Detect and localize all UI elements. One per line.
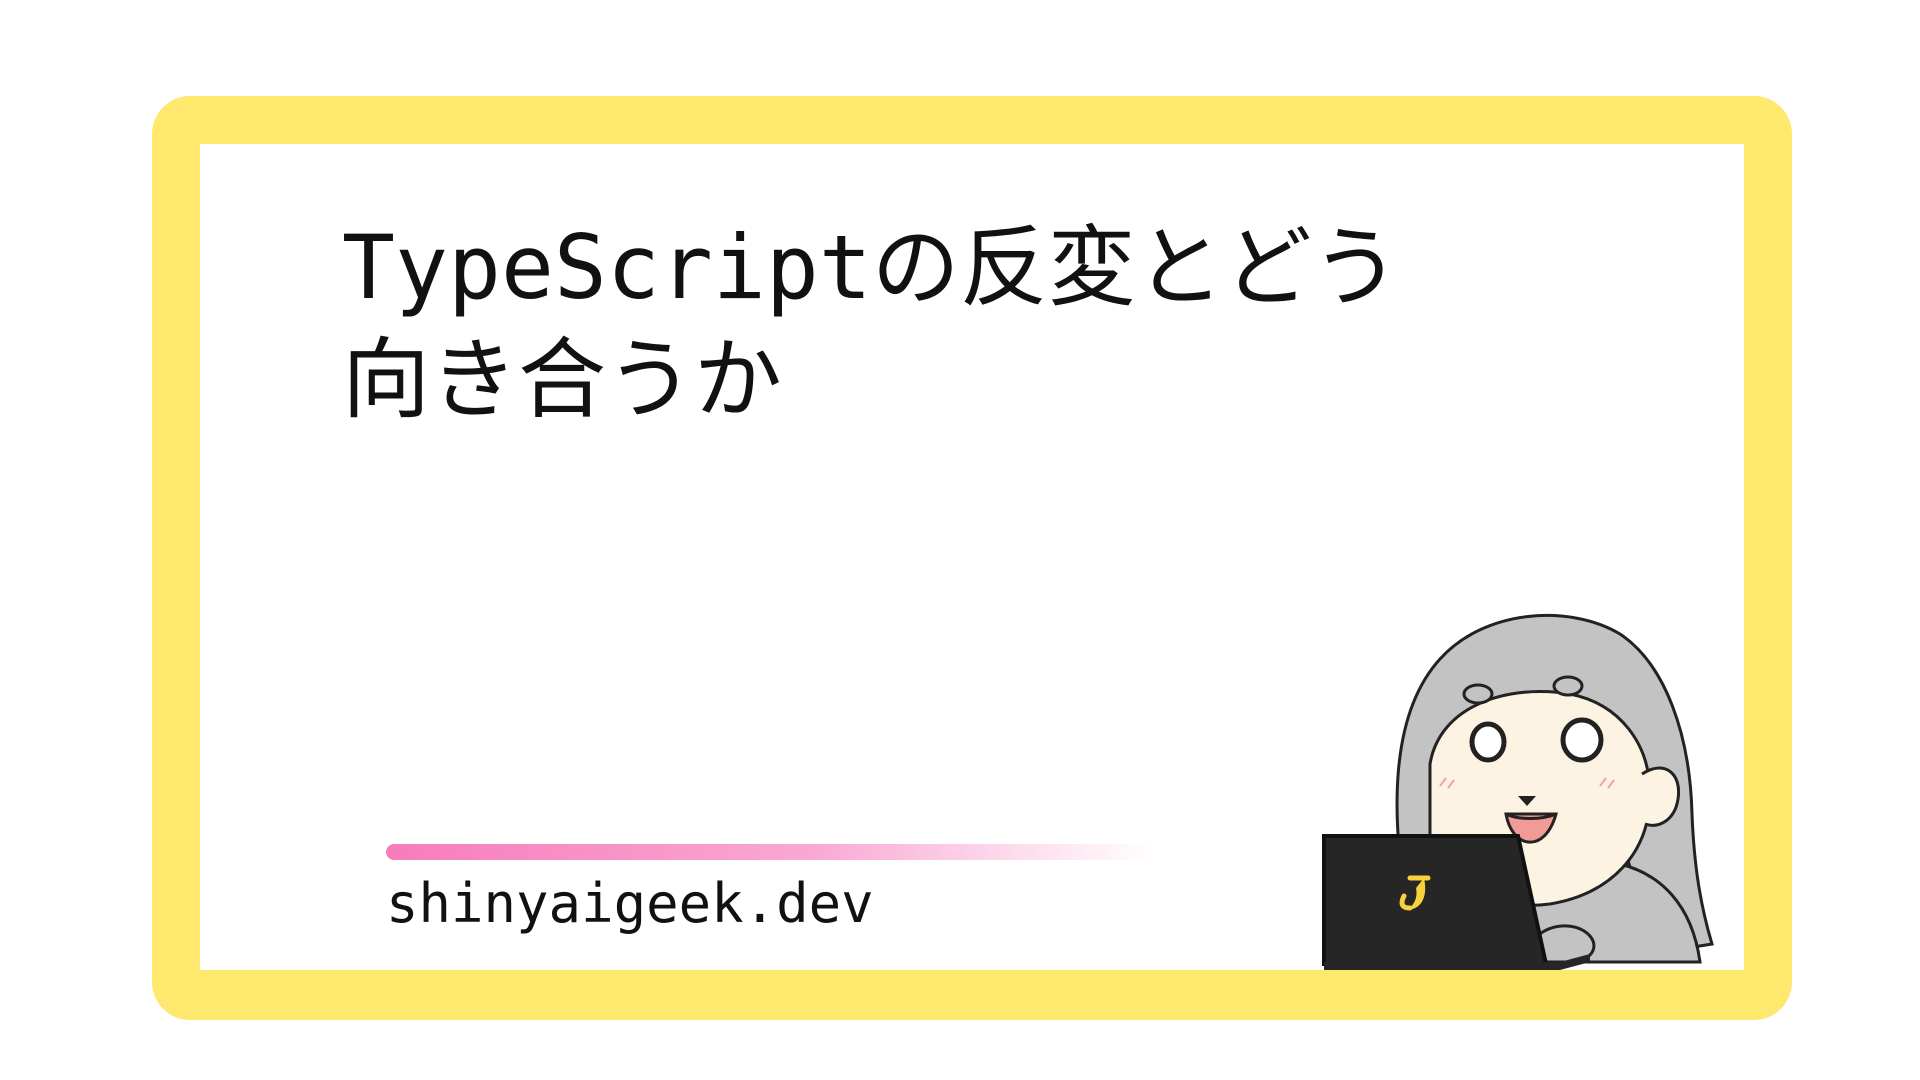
- mascot-left-brow: [1462, 683, 1494, 705]
- laptop-screen: [1322, 834, 1549, 966]
- accent-underline: [386, 844, 1156, 860]
- mascot-right-brow: [1552, 675, 1584, 697]
- page-title: TypeScriptの反変とどう 向き合うか: [342, 212, 1602, 436]
- title-line-2: 向き合うか: [342, 328, 783, 431]
- mascot-left-eye: [1469, 721, 1507, 763]
- title-card: TypeScriptの反変とどう 向き合うか shinyaigeek.dev: [200, 144, 1744, 970]
- mascot-right-eye: [1560, 717, 1604, 763]
- mascot-illustration: [1322, 613, 1714, 970]
- title-line-1: TypeScriptの反変とどう: [342, 216, 1400, 319]
- site-url: shinyaigeek.dev: [386, 872, 874, 935]
